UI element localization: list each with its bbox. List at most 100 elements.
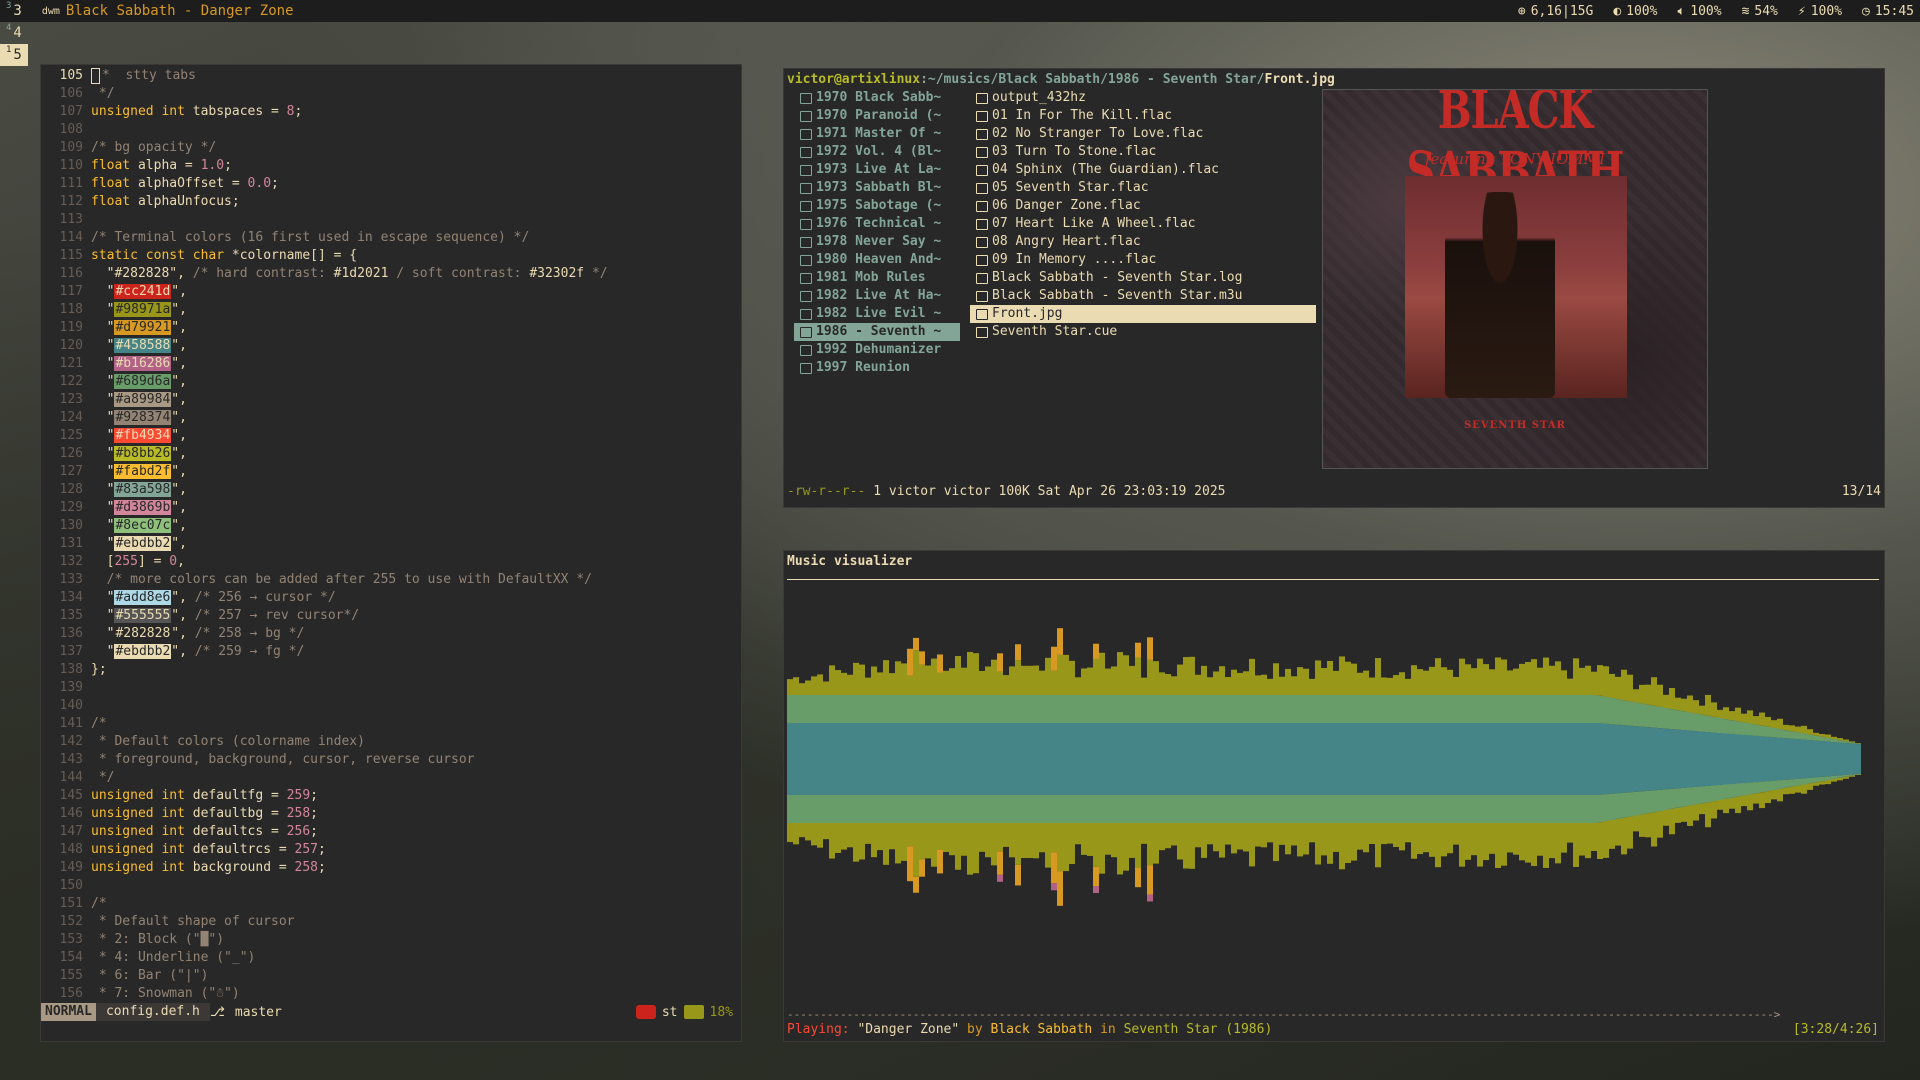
code-line[interactable]: 108 [41,121,741,139]
code-line[interactable]: 126 "#b8bb26", [41,445,741,463]
spectrum-bar [799,683,805,838]
album-folder[interactable]: 1973 Sabbath Bl~ [794,179,960,197]
workspace-3[interactable]: 33 [0,0,28,22]
album-folder[interactable]: 1980 Heaven And~ [794,251,960,269]
album-folder[interactable]: 1970 Black Sabb~ [794,89,960,107]
album-folder[interactable]: 1976 Technical ~ [794,215,960,233]
code-token: [ [91,554,115,569]
code-line[interactable]: 140 [41,697,741,715]
code-line[interactable]: 151 /* [41,895,741,913]
editor-window[interactable]: 105 * stty tabs 106 */107 unsigned int tabs… [40,64,742,1042]
code-line[interactable]: 118 "#98971a", [41,301,741,319]
file-item[interactable]: 02 No Stranger To Love.flac [970,125,1316,143]
file-item[interactable]: 06 Danger Zone.flac [970,197,1316,215]
code-line[interactable]: 135 "#555555", /* 257 → rev cursor*/ [41,607,741,625]
code-token: " [91,608,115,623]
code-line[interactable]: 153 * 2: Block ("█") [41,931,741,949]
workspace-5[interactable]: 15 [0,44,28,66]
workspace-4[interactable]: 44 [0,22,28,44]
code-line[interactable]: 110 float alpha = 1.0; [41,157,741,175]
album-folder[interactable]: 1981 Mob Rules [794,269,960,287]
code-line[interactable]: 144 */ [41,769,741,787]
code-line[interactable]: 121 "#b16286", [41,355,741,373]
file-item[interactable]: 01 In For The Kill.flac [970,107,1316,125]
code-line[interactable]: 133 /* more colors can be added after 25… [41,571,741,589]
code-line[interactable]: 132 [255] = 0, [41,553,741,571]
spectrum-bar [1297,667,1303,857]
album-folder[interactable]: 1982 Live Evil ~ [794,305,960,323]
code-line[interactable]: 155 * 6: Bar ("|") [41,967,741,985]
file-item[interactable]: 09 In Memory ....flac [970,251,1316,269]
file-item[interactable]: Front.jpg [970,305,1316,323]
album-folder[interactable]: 1992 Dehumanizer [794,341,960,359]
visualizer-window[interactable]: Music visualizer -----------------------… [783,550,1885,1042]
code-line[interactable]: 146 unsigned int defaultbg = 258; [41,805,741,823]
file-item[interactable]: 08 Angry Heart.flac [970,233,1316,251]
layout-indicator[interactable]: dwm [42,6,60,17]
album-folder[interactable]: 1971 Master Of ~ [794,125,960,143]
code-line[interactable]: 139 [41,679,741,697]
code-line[interactable]: 123 "#a89984", [41,391,741,409]
file-item[interactable]: 05 Seventh Star.flac [970,179,1316,197]
code-line[interactable]: 109 /* bg opacity */ [41,139,741,157]
color-swatch: #d3869b [114,500,172,515]
code-line[interactable]: 112 float alphaUnfocus; [41,193,741,211]
code-line[interactable]: 107 unsigned int tabspaces = 8; [41,103,741,121]
folder-item[interactable]: output_432hz [970,89,1316,107]
code-buffer[interactable]: 105 * stty tabs 106 */107 unsigned int tabs… [41,67,741,1003]
album-folder[interactable]: 1975 Sabotage (~ [794,197,960,215]
code-line[interactable]: 122 "#689d6a", [41,373,741,391]
code-line[interactable]: 129 "#d3869b", [41,499,741,517]
code-line[interactable]: 142 * Default colors (colorname index) [41,733,741,751]
code-line[interactable]: 143 * foreground, background, cursor, re… [41,751,741,769]
code-line[interactable]: 106 */ [41,85,741,103]
code-line[interactable]: 124 "#928374", [41,409,741,427]
code-line[interactable]: 145 unsigned int defaultfg = 259; [41,787,741,805]
code-line[interactable]: 125 "#fb4934", [41,427,741,445]
code-token: ; [271,176,279,191]
album-folder[interactable]: 1973 Live At La~ [794,161,960,179]
file-item[interactable]: Black Sabbath - Seventh Star.log [970,269,1316,287]
code-line[interactable]: 141 /* [41,715,741,733]
code-line[interactable]: 154 * 4: Underline ("_") [41,949,741,967]
code-line[interactable]: 116 "#282828", /* hard contrast: #1d2021… [41,265,741,283]
code-token: "#282828", [91,266,193,281]
file-item[interactable]: 03 Turn To Stone.flac [970,143,1316,161]
code-line[interactable]: 113 [41,211,741,229]
album-folder[interactable]: 1972 Vol. 4 (Bl~ [794,143,960,161]
file-item[interactable]: Seventh Star.cue [970,323,1316,341]
code-line[interactable]: 137 "#ebdbb2", /* 259 → fg */ [41,643,741,661]
code-line[interactable]: 120 "#458588", [41,337,741,355]
spectrum-bar [1009,666,1015,858]
file-item[interactable]: 07 Heart Like A Wheel.flac [970,215,1316,233]
album-folder[interactable]: 1997 Reunion [794,359,960,377]
file-manager-window[interactable]: victor@artixlinux:~/musics/Black Sabbath… [783,68,1885,508]
code-line[interactable]: 105 * stty tabs [41,67,741,85]
code-line[interactable]: 111 float alphaOffset = 0.0; [41,175,741,193]
album-folder[interactable]: 1978 Never Say ~ [794,233,960,251]
code-line[interactable]: 130 "#8ec07c", [41,517,741,535]
code-line[interactable]: 128 "#83a598", [41,481,741,499]
code-line[interactable]: 152 * Default shape of cursor [41,913,741,931]
file-item[interactable]: Black Sabbath - Seventh Star.m3u [970,287,1316,305]
code-line[interactable]: 149 unsigned int background = 258; [41,859,741,877]
file-item[interactable]: 04 Sphinx (The Guardian).flac [970,161,1316,179]
code-line[interactable]: 150 [41,877,741,895]
code-line[interactable]: 134 "#add8e6", /* 256 → cursor */ [41,589,741,607]
album-folder[interactable]: 1970 Paranoid (~ [794,107,960,125]
code-line[interactable]: 114 /* Terminal colors (16 first used in … [41,229,741,247]
code-line[interactable]: 147 unsigned int defaultcs = 256; [41,823,741,841]
album-folder[interactable]: 1982 Live At Ha~ [794,287,960,305]
code-line[interactable]: 115 static const char *colorname[] = { [41,247,741,265]
code-line[interactable]: 136 "#282828", /* 258 → bg */ [41,625,741,643]
code-line[interactable]: 156 * 7: Snowman ("☃") [41,985,741,1003]
code-line[interactable]: 138}; [41,661,741,679]
code-line[interactable]: 148 unsigned int defaultrcs = 257; [41,841,741,859]
file-icon [976,128,988,140]
code-line[interactable]: 119 "#d79921", [41,319,741,337]
code-token: * 6: Bar ("|") [91,968,209,983]
code-line[interactable]: 117 "#cc241d", [41,283,741,301]
code-line[interactable]: 127 "#fabd2f", [41,463,741,481]
code-line[interactable]: 131 "#ebdbb2", [41,535,741,553]
album-folder[interactable]: 1986 - Seventh ~ [794,323,960,341]
